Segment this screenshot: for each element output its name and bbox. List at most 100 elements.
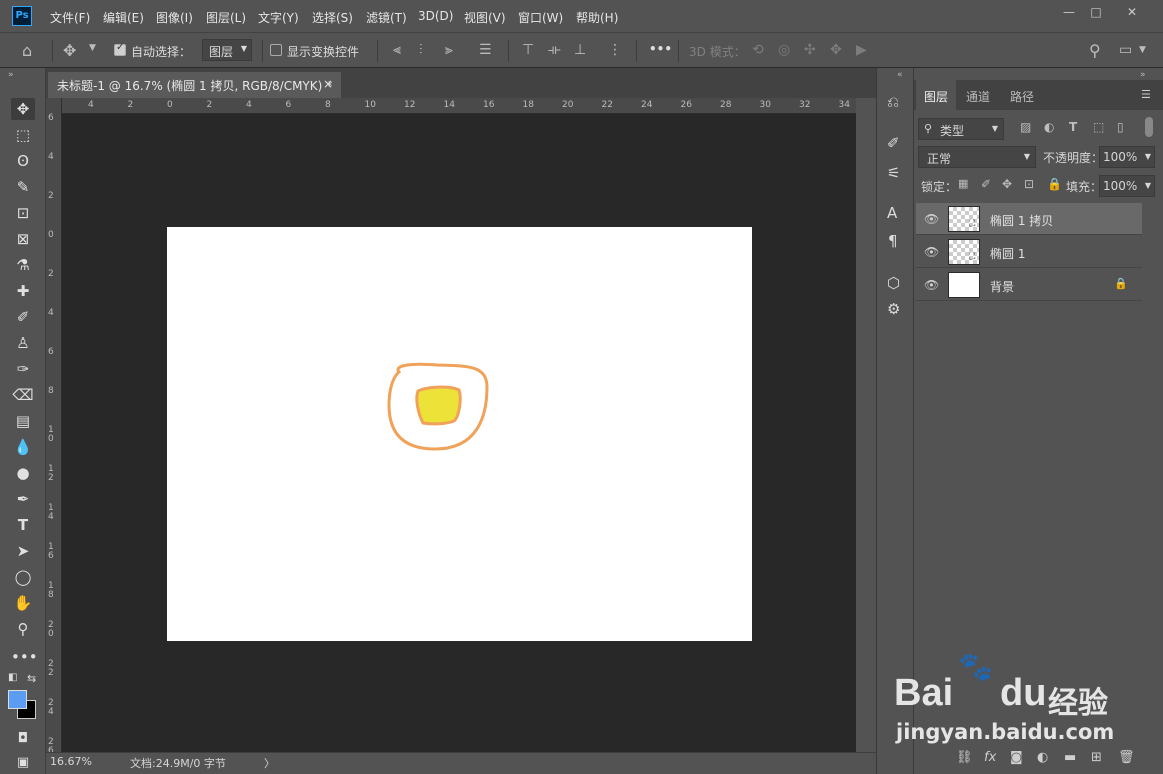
history-panel-icon[interactable]: ⎌ bbox=[887, 93, 899, 111]
3d-slide-icon[interactable]: ✥ bbox=[830, 42, 842, 58]
3d-panel-icon[interactable]: ⬡ bbox=[887, 274, 900, 292]
panel-menu-icon[interactable]: ☰ bbox=[1141, 88, 1151, 101]
layer-name[interactable]: 背景 bbox=[990, 278, 1014, 295]
search-icon[interactable]: ⚲ bbox=[1089, 41, 1101, 60]
more-tools-icon[interactable]: ••• bbox=[11, 646, 38, 668]
visibility-eye-icon[interactable]: 👁 bbox=[924, 212, 939, 226]
align-hcenter-icon[interactable]: ⫶ bbox=[419, 42, 423, 58]
distribute-icon[interactable]: ☰ bbox=[479, 42, 492, 58]
swap-colors-icon[interactable]: ⇆ bbox=[27, 672, 36, 685]
collapse-icon[interactable]: » bbox=[8, 70, 14, 80]
align-left-icon[interactable]: ⫷ bbox=[393, 42, 401, 58]
tab-paths[interactable]: 路径 bbox=[1010, 80, 1034, 110]
menu-window[interactable]: 窗口(W) bbox=[518, 9, 563, 26]
frame-tool-icon[interactable]: ⊠ bbox=[11, 228, 35, 250]
3d-camera-icon[interactable]: ▶ bbox=[856, 42, 867, 58]
distribute-vertical-icon[interactable]: ⋮ bbox=[608, 42, 622, 58]
eyedropper-tool-icon[interactable]: ⚗ bbox=[11, 254, 35, 276]
zoom-tool-icon[interactable]: ⚲ bbox=[11, 618, 35, 640]
lock-all-icon[interactable]: 🔒 bbox=[1047, 177, 1062, 191]
menu-layer[interactable]: 图层(L) bbox=[206, 9, 246, 26]
3d-roll-icon[interactable]: ◎ bbox=[778, 42, 790, 58]
gradient-tool-icon[interactable]: ▤ bbox=[11, 410, 35, 432]
lock-image-icon[interactable]: ✐ bbox=[981, 177, 991, 191]
menu-view[interactable]: 视图(V) bbox=[464, 9, 506, 26]
3d-orbit-icon[interactable]: ⟲ bbox=[752, 42, 764, 58]
eraser-tool-icon[interactable]: ⌫ bbox=[11, 384, 35, 406]
close-button[interactable]: ✕ bbox=[1121, 4, 1143, 22]
visibility-eye-icon[interactable]: 👁 bbox=[924, 278, 939, 292]
add-mask-icon[interactable]: ◙ bbox=[1010, 750, 1023, 765]
filter-shape-icon[interactable]: ⬚ bbox=[1093, 120, 1104, 134]
pen-tool-icon[interactable]: ✒ bbox=[11, 488, 35, 510]
opacity-field[interactable]: 100% ▼ bbox=[1099, 146, 1155, 168]
default-colors-icon[interactable]: ◧ bbox=[8, 672, 17, 683]
align-right-icon[interactable]: ⫸ bbox=[445, 42, 453, 58]
screen-mode-icon[interactable]: ▣ bbox=[11, 752, 35, 774]
brushes-panel-icon[interactable]: ✐ bbox=[887, 134, 900, 152]
paragraph-panel-icon[interactable]: ¶ bbox=[888, 232, 898, 250]
show-transform-checkbox[interactable] bbox=[270, 44, 282, 56]
layer-row[interactable]: 👁 ⛶ 椭圆 1 bbox=[916, 236, 1142, 268]
filter-toggle[interactable] bbox=[1145, 117, 1153, 137]
status-menu-arrow[interactable]: 〉 bbox=[264, 755, 275, 771]
workspace-icon[interactable]: ▭ bbox=[1119, 42, 1132, 58]
visibility-eye-icon[interactable]: 👁 bbox=[924, 245, 939, 259]
lock-transparent-icon[interactable]: ▦ bbox=[958, 177, 968, 190]
lock-artboard-icon[interactable]: ⊡ bbox=[1024, 177, 1034, 191]
link-layers-icon[interactable]: ⛓ bbox=[956, 750, 973, 765]
quick-mask-icon[interactable]: ◘ bbox=[11, 728, 35, 750]
auto-select-target-dropdown[interactable]: 图层 ▼ bbox=[202, 39, 252, 61]
ellipse-tool-icon[interactable]: ◯ bbox=[11, 566, 35, 588]
layer-row[interactable]: 👁 ⛶ 椭圆 1 拷贝 bbox=[916, 203, 1142, 235]
align-vcenter-icon[interactable]: ⟛ bbox=[548, 42, 561, 58]
layer-name[interactable]: 椭圆 1 bbox=[990, 245, 1025, 262]
layer-row[interactable]: 👁 背景 🔒 bbox=[916, 269, 1142, 301]
tab-close-button[interactable]: × bbox=[323, 77, 333, 91]
blur-tool-icon[interactable]: 💧 bbox=[11, 436, 35, 458]
lasso-tool-icon[interactable]: ʘ bbox=[11, 150, 35, 172]
filter-adjustment-icon[interactable]: ◐ bbox=[1044, 120, 1054, 134]
tab-layers[interactable]: 图层 bbox=[916, 80, 956, 110]
menu-3d[interactable]: 3D(D) bbox=[418, 9, 453, 23]
path-select-tool-icon[interactable]: ➤ bbox=[11, 540, 35, 562]
menu-file[interactable]: 文件(F) bbox=[50, 9, 90, 26]
maximize-button[interactable]: □ bbox=[1085, 4, 1107, 22]
menu-help[interactable]: 帮助(H) bbox=[576, 9, 618, 26]
marquee-tool-icon[interactable]: ⬚ bbox=[11, 124, 35, 146]
history-brush-tool-icon[interactable]: ✑ bbox=[11, 358, 35, 380]
collapse-icon[interactable]: « bbox=[897, 70, 903, 80]
layer-style-fx-icon[interactable]: fx bbox=[984, 750, 996, 765]
new-layer-icon[interactable]: ⊞ bbox=[1091, 750, 1102, 765]
foreground-color-swatch[interactable] bbox=[8, 690, 27, 709]
menu-image[interactable]: 图像(I) bbox=[156, 9, 193, 26]
move-tool-icon[interactable]: ✥ bbox=[11, 98, 35, 120]
chevron-down-icon[interactable]: ▼ bbox=[89, 43, 96, 53]
filter-pixel-icon[interactable]: ▨ bbox=[1020, 120, 1031, 134]
menu-select[interactable]: 选择(S) bbox=[312, 9, 353, 26]
menu-type[interactable]: 文字(Y) bbox=[258, 9, 299, 26]
home-icon[interactable]: ⌂ bbox=[22, 41, 32, 60]
3d-pan-icon[interactable]: ✣ bbox=[804, 42, 816, 58]
filter-smart-object-icon[interactable]: ▯ bbox=[1117, 120, 1124, 134]
layer-name[interactable]: 椭圆 1 拷贝 bbox=[990, 212, 1053, 229]
fill-field[interactable]: 100% ▼ bbox=[1099, 175, 1155, 197]
align-bottom-icon[interactable]: ⊥ bbox=[574, 42, 586, 58]
menu-filter[interactable]: 滤镜(T) bbox=[366, 9, 407, 26]
filter-type-icon[interactable]: T bbox=[1069, 120, 1077, 134]
dodge-tool-icon[interactable]: ● bbox=[11, 462, 35, 484]
document-canvas[interactable] bbox=[167, 227, 752, 641]
move-tool-icon[interactable]: ✥ bbox=[63, 41, 76, 60]
more-options-button[interactable]: ••• bbox=[649, 42, 672, 56]
healing-brush-tool-icon[interactable]: ✚ bbox=[11, 280, 35, 302]
adjustments-panel-icon[interactable]: ⚟ bbox=[887, 164, 900, 182]
delete-layer-icon[interactable]: 🗑 bbox=[1118, 750, 1135, 765]
menu-edit[interactable]: 编辑(E) bbox=[103, 9, 144, 26]
lock-position-icon[interactable]: ✥ bbox=[1002, 177, 1012, 191]
clone-stamp-tool-icon[interactable]: ♙ bbox=[11, 332, 35, 354]
chevron-down-icon[interactable]: ▼ bbox=[1139, 45, 1146, 55]
type-tool-icon[interactable]: T bbox=[11, 514, 35, 536]
expand-icon[interactable]: » bbox=[1140, 70, 1146, 80]
align-top-icon[interactable]: ⊤ bbox=[522, 42, 534, 58]
new-group-icon[interactable]: ▬ bbox=[1064, 750, 1076, 765]
